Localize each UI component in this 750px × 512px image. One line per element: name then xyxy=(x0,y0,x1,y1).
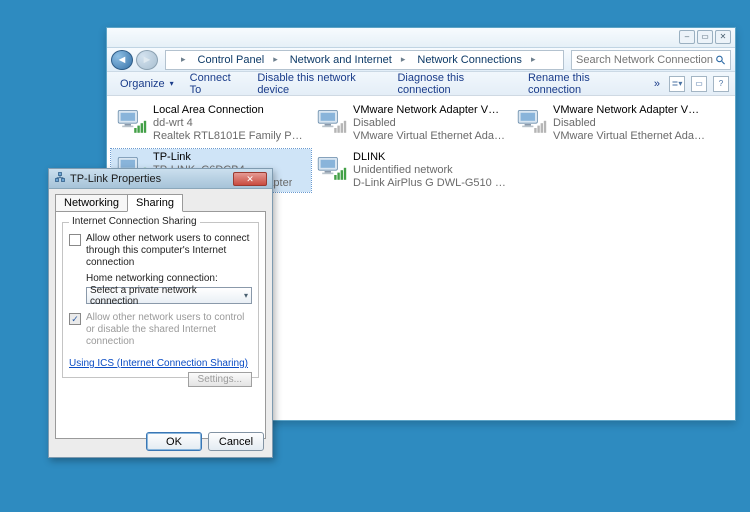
properties-dialog: TP-Link Properties ✕ Networking Sharing … xyxy=(48,168,273,458)
connect-to-button[interactable]: Connect To xyxy=(183,70,249,98)
network-icon xyxy=(54,171,66,186)
home-connection-select[interactable]: Select a private network connection xyxy=(86,287,252,304)
tab-sharing[interactable]: Sharing xyxy=(127,194,183,212)
connection-icon xyxy=(115,104,147,136)
connection-status: dd-wrt 4 xyxy=(153,117,307,130)
crumb-network-connections[interactable]: Network Connections xyxy=(411,54,541,66)
back-button[interactable]: ◄ xyxy=(111,50,133,70)
breadcrumb[interactable]: Control Panel Network and Internet Netwo… xyxy=(165,50,564,70)
connection-icon xyxy=(315,151,347,183)
allow-control-label: Allow other network users to control or … xyxy=(86,312,252,348)
crumb-network-internet[interactable]: Network and Internet xyxy=(284,54,412,66)
settings-button: Settings... xyxy=(188,372,252,387)
toolbar: Organize Connect To Disable this network… xyxy=(107,72,735,96)
connection-item[interactable]: Local Area Connection dd-wrt 4 Realtek R… xyxy=(111,102,311,145)
connection-icon xyxy=(515,104,547,136)
tab-networking[interactable]: Networking xyxy=(55,194,128,212)
connection-item[interactable]: VMware Network Adapter VMnet1 Disabled V… xyxy=(311,102,511,145)
allow-other-label: Allow other network users to connect thr… xyxy=(86,233,252,269)
connection-name: Local Area Connection xyxy=(153,104,307,117)
connection-icon xyxy=(315,104,347,136)
home-connection-label: Home networking connection: xyxy=(86,273,252,285)
dialog-close-button[interactable]: ✕ xyxy=(233,172,267,186)
crumb-control-panel[interactable]: Control Panel xyxy=(192,54,284,66)
help-icon[interactable]: ? xyxy=(713,76,729,92)
connection-device: Realtek RTL8101E Family PCI-E Fa... xyxy=(153,130,307,143)
minimize-button[interactable]: – xyxy=(679,30,695,44)
preview-pane-icon[interactable]: ▭ xyxy=(691,76,707,92)
sharing-panel: Internet Connection Sharing Allow other … xyxy=(55,211,266,439)
ics-group: Internet Connection Sharing Allow other … xyxy=(62,222,259,378)
connection-device: D-Link AirPlus G DWL-G510 Wirel... xyxy=(353,177,507,190)
connection-device: VMware Virtual Ethernet Adapter ... xyxy=(553,130,707,143)
connection-name: VMware Network Adapter VMnet1 xyxy=(353,104,507,117)
dialog-titlebar[interactable]: TP-Link Properties ✕ xyxy=(49,169,272,189)
connection-item[interactable]: DLINK Unidentified network D-Link AirPlu… xyxy=(311,149,511,192)
ok-button[interactable]: OK xyxy=(146,432,202,451)
connection-status: Unidentified network xyxy=(353,164,507,177)
allow-control-checkbox xyxy=(69,313,81,325)
dialog-title: TP-Link Properties xyxy=(70,173,161,185)
dialog-tabs: Networking Sharing xyxy=(55,193,266,211)
diagnose-button[interactable]: Diagnose this connection xyxy=(390,70,518,98)
search-icon xyxy=(715,54,726,66)
search-input[interactable] xyxy=(576,54,713,66)
rename-button[interactable]: Rename this connection xyxy=(521,70,645,98)
search-box[interactable] xyxy=(571,50,731,70)
organize-button[interactable]: Organize xyxy=(113,76,181,92)
cancel-button[interactable]: Cancel xyxy=(208,432,264,451)
disable-device-button[interactable]: Disable this network device xyxy=(250,70,388,98)
view-options-icon[interactable]: ≣▾ xyxy=(669,76,685,92)
connection-name: TP-Link xyxy=(153,151,292,164)
toolbar-overflow[interactable]: » xyxy=(647,76,667,92)
forward-button[interactable]: ► xyxy=(136,50,158,70)
close-button[interactable]: ✕ xyxy=(715,30,731,44)
connection-name: VMware Network Adapter VMnet8 xyxy=(553,104,707,117)
titlebar[interactable]: – ▭ ✕ xyxy=(107,28,735,48)
ics-help-link[interactable]: Using ICS (Internet Connection Sharing) xyxy=(69,358,248,369)
connection-device: VMware Virtual Ethernet Adapter ... xyxy=(353,130,507,143)
ics-group-title: Internet Connection Sharing xyxy=(69,216,200,227)
computer-icon[interactable] xyxy=(166,54,192,65)
connection-item[interactable]: VMware Network Adapter VMnet8 Disabled V… xyxy=(511,102,711,145)
connection-status: Disabled xyxy=(353,117,507,130)
connection-name: DLINK xyxy=(353,151,507,164)
nav-bar: ◄ ► Control Panel Network and Internet N… xyxy=(107,48,735,72)
connection-status: Disabled xyxy=(553,117,707,130)
maximize-button[interactable]: ▭ xyxy=(697,30,713,44)
allow-other-checkbox[interactable] xyxy=(69,234,81,246)
